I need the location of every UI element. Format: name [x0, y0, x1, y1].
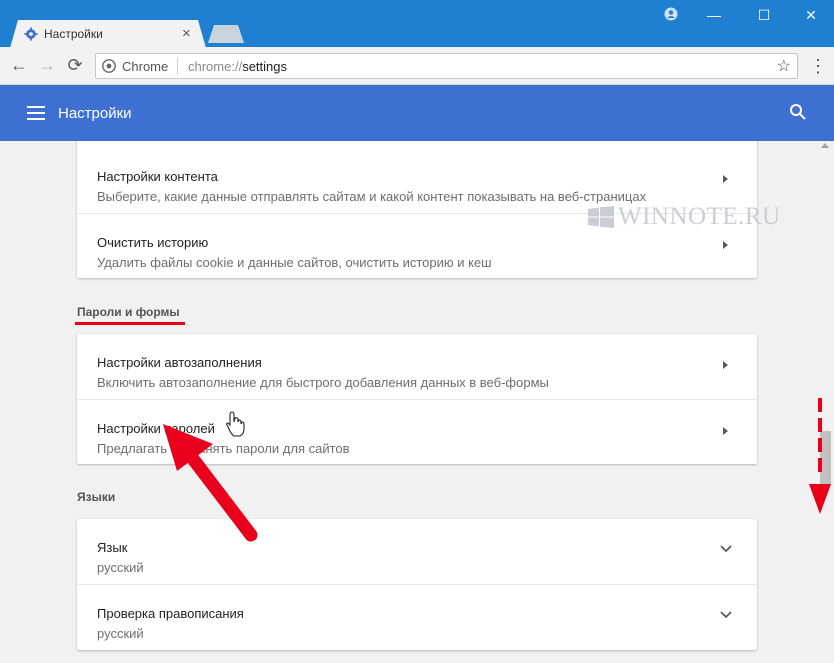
browser-toolbar: ← → ⟳ Chrome chrome://settings ☆ ⋮ [0, 47, 834, 85]
bookmark-star-icon[interactable]: ☆ [777, 56, 791, 76]
settings-header: Настройки [0, 85, 834, 141]
row-subtitle: Включить автозаполнение для быстрого доб… [97, 375, 549, 390]
scroll-up-arrow-icon[interactable] [821, 143, 829, 148]
back-button[interactable]: ← [9, 55, 29, 75]
spellcheck-row[interactable]: Проверка правописания русский [77, 584, 757, 649]
section-heading-passwords: Пароли и формы [77, 305, 180, 319]
settings-content: Настройки контента Выберите, какие данны… [0, 141, 834, 663]
window-titlebar: Настройки × — ☐ ✕ [0, 0, 834, 48]
omnibox-divider [177, 58, 178, 74]
row-title: Настройки автозаполнения [97, 355, 262, 370]
watermark-text: WINNOTE.RU [618, 203, 781, 230]
arrow-right-icon [723, 241, 728, 249]
row-subtitle: русский [97, 560, 144, 575]
section-heading-languages: Языки [77, 490, 116, 504]
profile-icon[interactable] [664, 7, 678, 21]
chevron-down-icon[interactable] [720, 611, 732, 619]
chrome-icon [102, 59, 116, 73]
row-title: Настройки контента [97, 169, 218, 184]
window-close-button[interactable]: ✕ [788, 2, 834, 28]
reload-button[interactable]: ⟳ [65, 55, 85, 75]
windows-logo-icon [588, 206, 614, 228]
row-title: Проверка правописания [97, 606, 244, 621]
row-subtitle: русский [97, 626, 144, 641]
arrow-right-icon [723, 427, 728, 435]
tab-close-icon[interactable]: × [182, 25, 191, 42]
hamburger-menu-icon[interactable] [27, 106, 45, 120]
arrow-right-icon [723, 175, 728, 183]
address-bar[interactable]: Chrome chrome://settings ☆ [95, 53, 798, 79]
row-title: Язык [97, 540, 128, 555]
forward-button[interactable]: → [37, 55, 57, 75]
scrollbar[interactable] [817, 141, 834, 663]
scroll-thumb[interactable] [820, 431, 831, 485]
annotation-underline [75, 322, 185, 325]
row-title: Очистить историю [97, 235, 209, 250]
search-icon[interactable] [789, 103, 807, 121]
omnibox-chrome-label: Chrome [122, 59, 169, 74]
minimize-button[interactable]: — [691, 2, 737, 28]
arrow-right-icon [723, 361, 728, 369]
row-subtitle: Выберите, какие данные отправлять сайтам… [97, 189, 647, 204]
row-title: Настройки паролей [97, 421, 215, 436]
languages-card: Язык русский Проверка правописания русск… [77, 519, 757, 650]
tab-title: Настройки [44, 27, 103, 41]
maximize-button[interactable]: ☐ [741, 2, 787, 28]
passwords-card: Настройки автозаполнения Включить автоза… [77, 334, 757, 464]
row-subtitle: Предлагать сохранять пароли для сайтов [97, 441, 350, 456]
autofill-settings-row[interactable]: Настройки автозаполнения Включить автоза… [77, 334, 757, 399]
new-tab-button[interactable] [208, 25, 244, 43]
url-scheme: chrome:// [188, 59, 243, 74]
page-title: Настройки [58, 105, 132, 122]
row-subtitle: Удалить файлы cookie и данные сайтов, оч… [97, 255, 492, 270]
gear-icon [24, 27, 38, 41]
tab-settings[interactable]: Настройки × [10, 20, 206, 48]
chevron-down-icon[interactable] [720, 545, 732, 553]
url-text[interactable]: chrome://settings [188, 59, 287, 74]
password-settings-row[interactable]: Настройки паролей Предлагать сохранять п… [77, 399, 757, 464]
chrome-menu-button[interactable]: ⋮ [808, 56, 828, 76]
language-row[interactable]: Язык русский [77, 519, 757, 584]
url-path: settings [242, 59, 287, 74]
